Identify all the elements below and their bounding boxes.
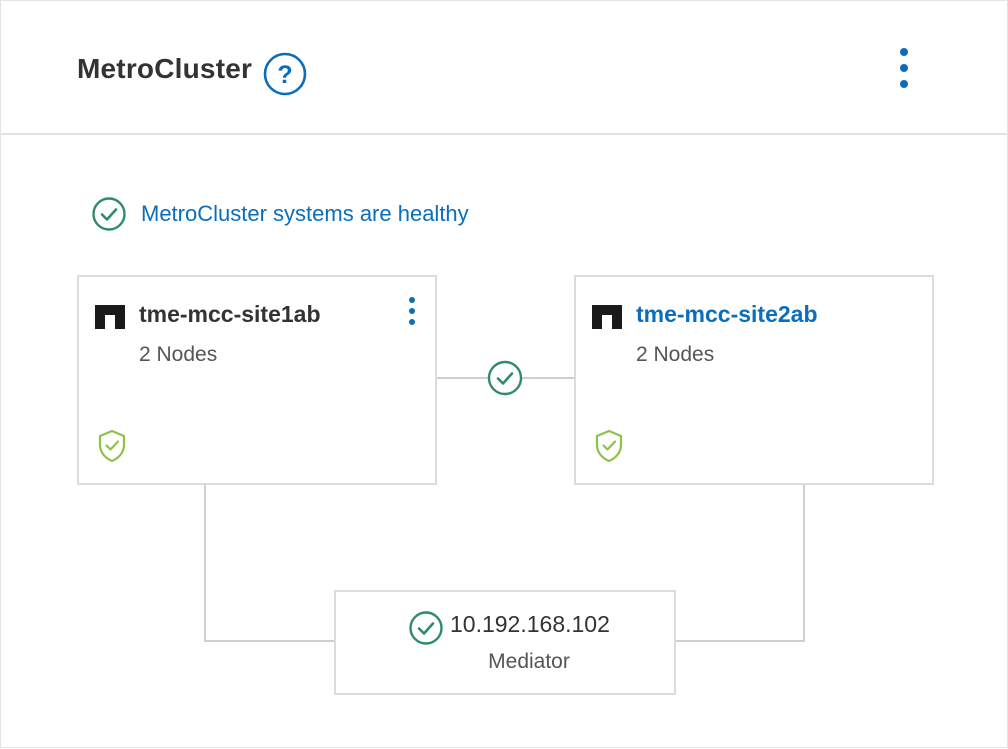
metrocluster-panel: MetroCluster ? MetroCluster systems are …	[0, 0, 1008, 748]
svg-text:?: ?	[277, 61, 292, 89]
check-circle-icon	[409, 611, 443, 645]
site-card-site1[interactable]: tme-mcc-site1ab 2 Nodes	[77, 275, 437, 485]
shield-check-icon	[98, 429, 126, 463]
site-menu-icon[interactable]	[403, 295, 421, 327]
help-icon[interactable]: ?	[262, 51, 308, 97]
site-name: tme-mcc-site1ab	[139, 301, 321, 327]
page-title: MetroCluster	[77, 53, 253, 84]
netapp-logo-icon	[95, 305, 125, 329]
panel-header: MetroCluster ?	[1, 1, 1007, 135]
check-circle-icon	[92, 197, 126, 231]
shield-check-icon	[595, 429, 623, 463]
connection-check-icon	[487, 360, 523, 396]
mediator-card[interactable]: 10.192.168.102 Mediator	[334, 590, 676, 695]
health-status-text: MetroCluster systems are healthy	[141, 201, 469, 226]
more-options-icon[interactable]	[891, 43, 917, 93]
site-name-link[interactable]: tme-mcc-site2ab	[636, 301, 818, 328]
netapp-logo-icon	[592, 305, 622, 329]
site-card-site2[interactable]: tme-mcc-site2ab 2 Nodes	[574, 275, 934, 485]
site-node-count: 2 Nodes	[636, 343, 715, 366]
site-node-count: 2 Nodes	[139, 343, 218, 366]
mediator-label: Mediator	[488, 650, 570, 673]
health-status: MetroCluster systems are healthy	[91, 196, 469, 232]
mediator-ip: 10.192.168.102	[450, 611, 610, 637]
